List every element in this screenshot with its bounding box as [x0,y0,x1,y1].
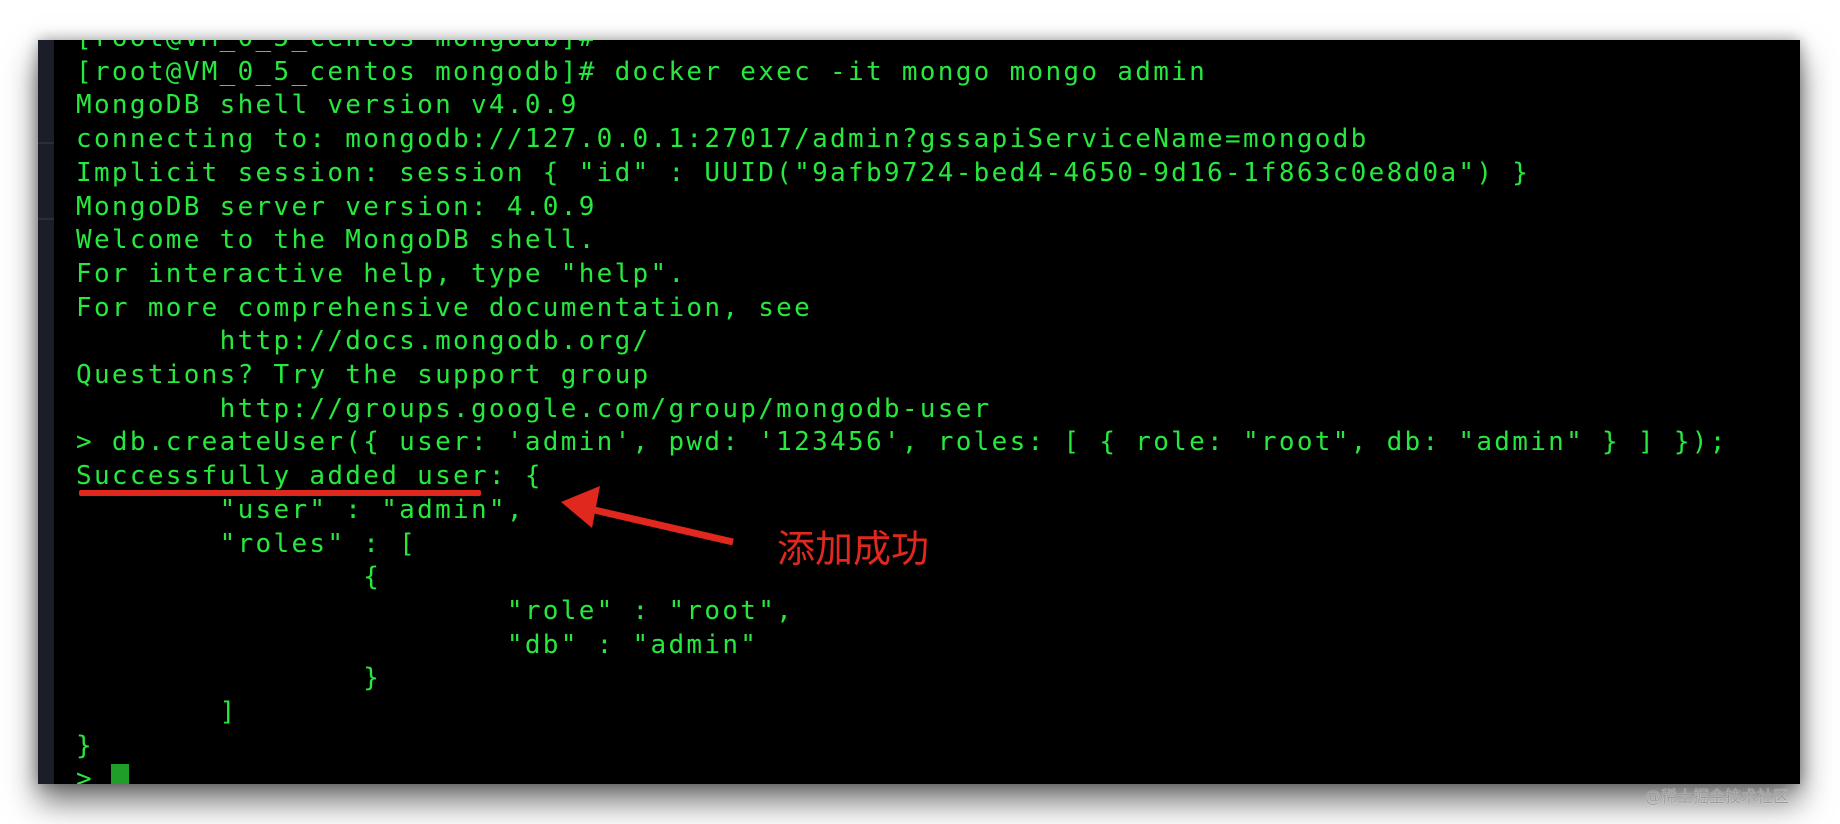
highlight-underline [79,490,481,496]
terminal-line: connecting to: mongodb://127.0.0.1:27017… [76,124,1369,155]
terminal-line: } [76,663,382,694]
terminal-line: [root@VM_0_5_centos mongodb]# [76,40,597,55]
annotation-label: 添加成功 [777,527,930,571]
terminal-line: > [76,764,94,784]
terminal-line: > db.createUser({ user: 'admin', pwd: '1… [76,427,1728,458]
terminal-line: { [76,562,382,593]
terminal-line: } [76,730,94,761]
terminal-line: http://groups.google.com/group/mongodb-u… [76,393,992,424]
watermark: @稀土掘金技术社区 [1645,787,1790,806]
terminal-line: MongoDB shell version v4.0.9 [76,90,579,121]
background-sidebar-strip [38,40,54,784]
terminal-line: "db" : "admin" [76,629,759,660]
terminal-line: ] [76,697,238,727]
terminal-line: http://docs.mongodb.org/ [76,326,651,357]
terminal-line: [root@VM_0_5_centos mongodb]# docker exe… [76,56,1208,87]
divider [38,142,54,144]
terminal-line: Successfully added user: { [76,461,543,492]
terminal-line: "role" : "root", [76,595,795,626]
terminal-line: Questions? Try the support group [76,360,651,390]
terminal-line: MongoDB server version: 4.0.9 [76,191,597,222]
terminal-window[interactable]: [root@VM_0_5_centos mongodb]#[root@VM_0_… [38,40,1800,784]
terminal-line: Welcome to the MongoDB shell. [76,225,597,256]
terminal-output[interactable]: [root@VM_0_5_centos mongodb]#[root@VM_0_… [76,40,1800,784]
terminal-line: "user" : "admin", [76,494,525,525]
terminal-line: For interactive help, type "help". [76,258,687,289]
terminal-cursor [111,764,129,784]
terminal-line: For more comprehensive documentation, se… [76,292,813,323]
terminal-line: Implicit session: session { "id" : UUID(… [76,157,1531,188]
divider [38,218,54,220]
terminal-line: "roles" : [ [76,528,418,559]
